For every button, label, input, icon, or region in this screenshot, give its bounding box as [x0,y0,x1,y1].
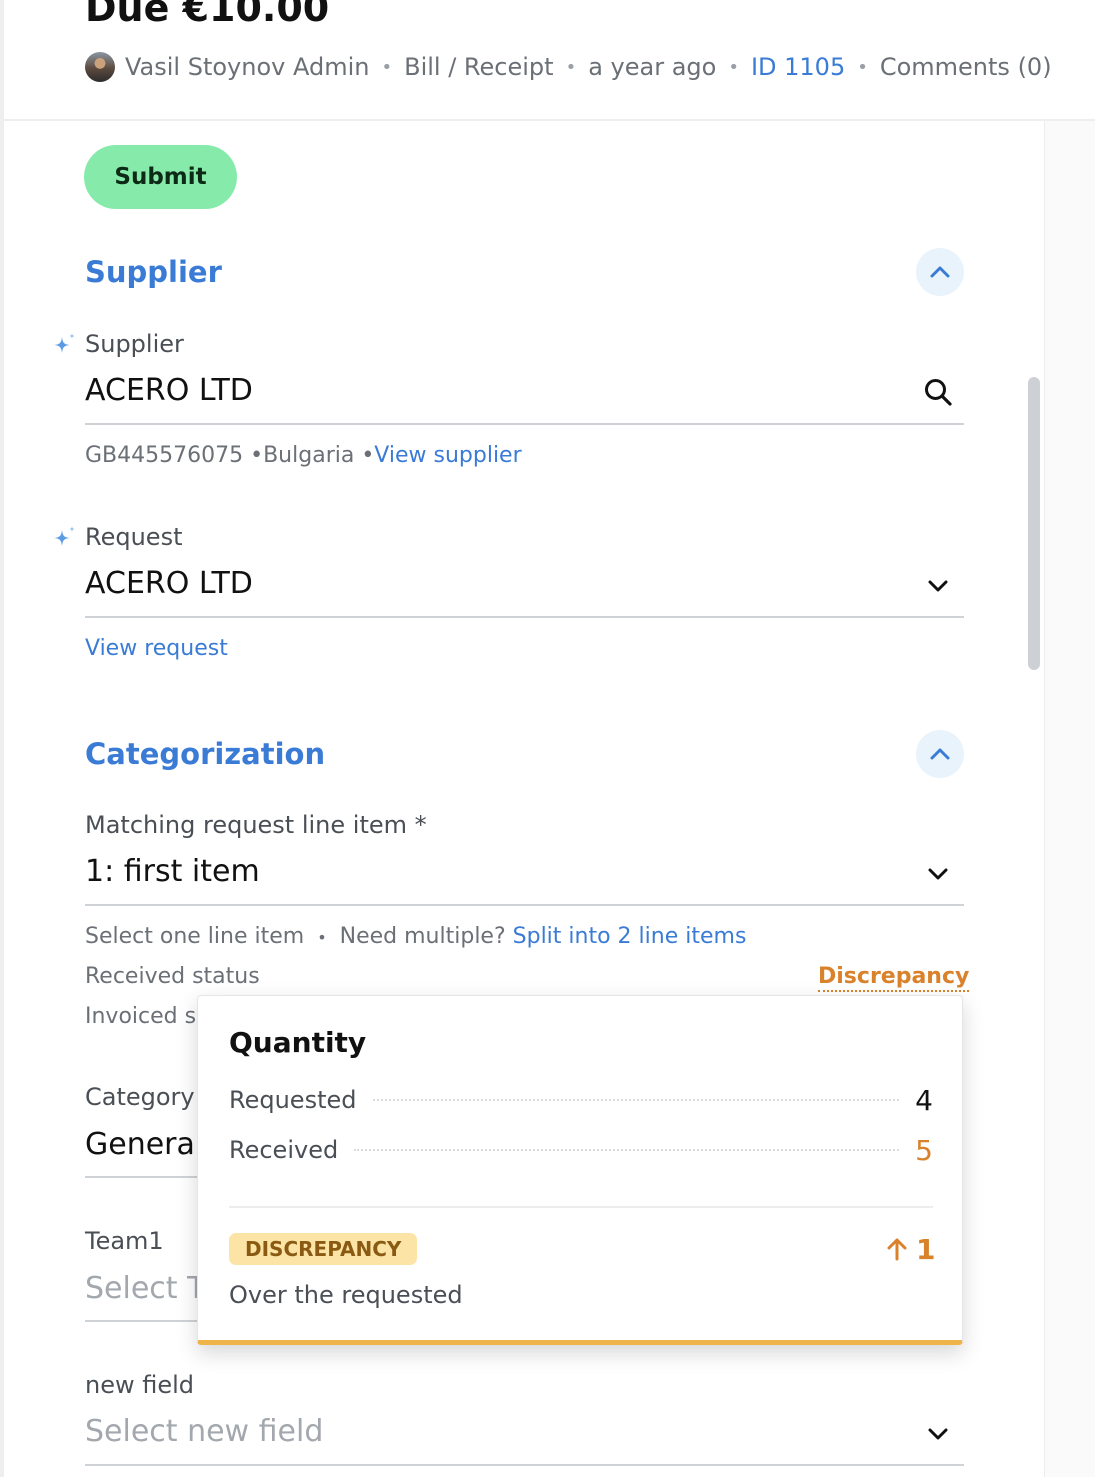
arrow-up-icon [887,1238,907,1261]
request-field-underline [85,616,964,618]
dotted-leader [354,1149,900,1151]
chevron-down-icon [928,1428,948,1440]
requested-value: 4 [915,1083,933,1117]
new-field-dropdown-toggle[interactable] [918,1414,958,1454]
received-label: Received [229,1136,339,1164]
received-status-label: Received status [85,964,260,989]
section-title-supplier[interactable]: Supplier [85,255,222,289]
meta-separator: • [857,56,868,78]
requested-label: Requested [229,1086,357,1114]
line-item-select[interactable]: 1: first item [85,854,905,889]
chevron-up-icon [930,266,950,278]
line-item-dropdown-toggle[interactable] [918,854,958,894]
meta-separator: • [728,56,739,78]
helper-text: Select one line item [85,924,305,949]
category-field-underline [85,1176,197,1178]
meta-separator: • [565,56,577,78]
dotted-leader [372,1099,900,1101]
request-field-label: Request [85,523,183,551]
supplier-input[interactable]: ACERO LTD [85,373,905,408]
received-value: 5 [915,1133,933,1167]
page-title: Due €10.00 [85,0,330,30]
scrollbar-thumb[interactable] [1028,377,1040,670]
discrepancy-badge: DISCREPANCY [229,1233,418,1265]
category-select[interactable]: Genera [85,1127,197,1162]
chevron-down-icon [928,868,948,880]
supplier-country: Bulgaria • [263,443,375,468]
document-age: a year ago [588,53,717,81]
team-field-label: Team1 [85,1227,164,1255]
received-row: Received 5 [229,1133,933,1167]
new-field-underline [85,1464,964,1466]
supplier-search-button[interactable] [918,372,958,412]
supplier-vat: GB445576075 • [85,443,264,468]
section-title-categorization[interactable]: Categorization [85,737,325,771]
line-item-helper: Select one line item • Need multiple? Sp… [85,924,746,949]
helper-question: Need multiple? [339,924,506,949]
sparkle-icon [54,526,75,546]
team-field-underline [85,1320,197,1322]
line-item-field-label: Matching request line item * [85,811,427,839]
discrepancy-delta: 1 [886,1232,935,1266]
document-meta: Vasil Stoynov Admin • Bill / Receipt • a… [85,52,1052,82]
meta-separator: • [381,56,393,78]
discrepancy-note: Over the requested [229,1281,463,1309]
category-field-label: Category [85,1083,195,1111]
header-divider [4,119,1095,121]
team-select[interactable]: Select T [85,1271,197,1306]
quantity-discrepancy-popover: Quantity Requested 4 Received 5 DISCREPA… [197,995,963,1345]
avatar[interactable] [85,52,115,82]
request-select[interactable]: ACERO LTD [85,566,905,601]
new-field-select[interactable]: Select new field [85,1414,905,1449]
view-request-link[interactable]: View request [85,636,228,661]
invoiced-status-label: Invoiced s [85,1004,197,1029]
submit-button[interactable]: Submit [84,145,237,209]
document-id-link[interactable]: ID 1105 [751,53,845,81]
left-border [0,0,4,1477]
split-line-items-link[interactable]: Split into 2 line items [513,924,747,949]
comments-link[interactable]: Comments (0) [880,53,1052,81]
search-icon [925,379,952,406]
supplier-field-label: Supplier [85,330,184,358]
supplier-details: GB445576075 •Bulgaria •View supplier [85,443,522,468]
collapse-categorization-button[interactable] [916,730,964,778]
received-status-discrepancy[interactable]: Discrepancy [818,964,970,992]
chevron-down-icon [928,580,948,592]
sparkle-icon [54,333,75,353]
requested-row: Requested 4 [229,1083,933,1117]
chevron-up-icon [930,748,950,760]
right-panel-edge [1044,120,1095,1477]
line-item-field-underline [85,904,964,906]
helper-separator: • [317,928,327,947]
supplier-field-underline [85,423,964,425]
delta-value: 1 [916,1232,936,1266]
collapse-supplier-button[interactable] [916,248,964,296]
user-name[interactable]: Vasil Stoynov Admin [125,53,369,81]
popover-divider [229,1206,933,1208]
document-type: Bill / Receipt [404,53,554,81]
view-supplier-link[interactable]: View supplier [374,443,521,468]
new-field-label: new field [85,1371,195,1399]
popover-title: Quantity [229,1026,367,1059]
request-dropdown-toggle[interactable] [918,566,958,606]
